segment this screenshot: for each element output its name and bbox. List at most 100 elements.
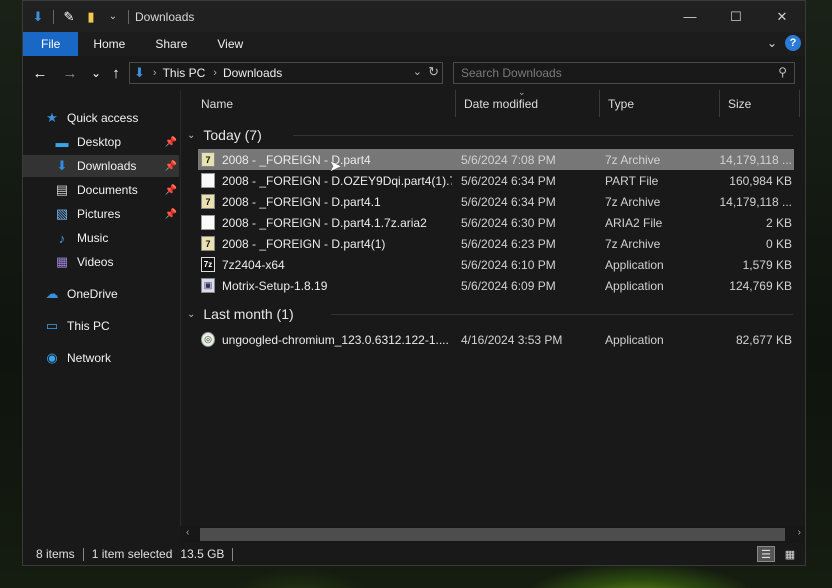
minimize-button[interactable]: — <box>667 1 713 32</box>
file-name: 2008 - _FOREIGN - D.part4.1 <box>222 194 381 209</box>
expand-ribbon-chevron-icon[interactable]: ⌄ <box>767 36 777 50</box>
column-header-name[interactable]: Name <box>193 90 456 117</box>
file-row[interactable]: 7 2008 - _FOREIGN - D.part4(1) 5/6/2024 6:… <box>198 233 794 254</box>
search-icon[interactable]: ⚲ <box>778 65 787 79</box>
pin-icon[interactable]: 📌 <box>165 209 177 220</box>
file-name: Motrix-Setup-1.8.19 <box>222 278 328 293</box>
ribbon-controls: ⌄ ? <box>767 35 801 51</box>
scroll-left-icon[interactable]: ‹ <box>186 527 189 538</box>
back-button[interactable]: ← <box>29 62 51 84</box>
sidebar-item-label: OneDrive <box>67 287 118 301</box>
window-title: Downloads <box>135 9 195 24</box>
breadcrumb-downloads[interactable]: Downloads <box>223 66 282 80</box>
properties-icon[interactable]: ✎ <box>58 1 80 32</box>
onedrive-cloud-icon: ☁ <box>45 286 59 301</box>
breadcrumb-this-pc[interactable]: This PC <box>163 66 206 80</box>
7zip-installer-icon: 7z <box>201 257 215 272</box>
new-folder-icon[interactable]: ▮ <box>80 1 102 32</box>
customize-toolbar-icon[interactable]: ⌄ <box>102 1 124 32</box>
tab-view[interactable]: View <box>202 32 258 56</box>
music-folder-icon: ♪ <box>58 230 66 246</box>
pin-icon[interactable]: 📌 <box>165 137 177 148</box>
maximize-button[interactable]: ☐ <box>713 1 759 32</box>
horizontal-scrollbar[interactable]: ‹ › <box>180 526 805 543</box>
sidebar-item-label: Videos <box>77 255 114 269</box>
refresh-icon[interactable]: ↻ <box>428 64 439 80</box>
address-dropdown-icon[interactable]: ⌄ <box>413 65 422 78</box>
file-name: 7z2404-x64 <box>222 257 285 272</box>
group-header[interactable]: ⌄ Today (7) <box>187 124 262 146</box>
file-row[interactable]: 2008 - _FOREIGN - D.OZEY9Dqi.part4(1).7.… <box>198 170 794 191</box>
sidebar-item-label: Documents <box>77 183 138 197</box>
file-date-modified: 5/6/2024 6:09 PM <box>461 278 556 293</box>
large-icons-view-icon[interactable]: ▦ <box>781 546 799 562</box>
up-button[interactable]: ↑ <box>105 62 127 84</box>
sidebar-item-quick-access[interactable]: ★ Quick access <box>23 107 179 129</box>
group-divider <box>293 135 793 136</box>
desktop-folder-icon: ▬ <box>55 134 69 150</box>
file-size: 160,984 KB <box>729 173 792 188</box>
forward-button[interactable]: → <box>59 62 81 84</box>
pin-icon[interactable]: 📌 <box>165 161 177 172</box>
sidebar-item-documents[interactable]: ▤ Documents 📌 <box>23 179 179 201</box>
sidebar-item-desktop[interactable]: ▬ Desktop 📌 <box>23 131 179 153</box>
sidebar-item-label: Quick access <box>67 111 139 125</box>
file-row[interactable]: 7z 7z2404-x64 5/6/2024 6:10 PM Application 1… <box>198 254 794 275</box>
sidebar-item-onedrive[interactable]: ☁ OneDrive <box>23 283 179 305</box>
navigation-bar: ← → ⌄ ↑ ⬇ › This PC › Downloads ⌄ ↻ Sear… <box>23 56 805 90</box>
file-name: 2008 - _FOREIGN - D.part4.1.7z.aria2 <box>222 215 427 230</box>
file-row[interactable]: 7 2008 - _FOREIGN - D.part4 5/6/2024 7:08 … <box>198 149 794 170</box>
sidebar-item-network[interactable]: ◉ Network <box>23 347 179 369</box>
details-view-icon[interactable]: ☰ <box>757 546 775 562</box>
breadcrumb-chevron-icon[interactable]: › <box>213 67 217 79</box>
file-size: 2 KB <box>765 215 792 230</box>
file-size: 0 KB <box>765 236 792 251</box>
chromium-installer-icon: ◎ <box>201 332 215 347</box>
7z-archive-icon: 7 <box>201 236 215 251</box>
sidebar-item-label: Downloads <box>77 159 137 173</box>
close-button[interactable]: ✕ <box>759 1 805 32</box>
tab-share[interactable]: Share <box>140 32 202 56</box>
collapse-chevron-icon[interactable]: ⌄ <box>187 309 195 320</box>
search-input[interactable]: Search Downloads ⚲ <box>453 62 795 84</box>
sidebar-item-downloads[interactable]: ⬇ Downloads 📌 <box>23 155 179 177</box>
file-date-modified: 5/6/2024 6:30 PM <box>461 215 556 230</box>
sidebar-item-videos[interactable]: ▦ Videos <box>23 251 179 273</box>
breadcrumb-chevron-icon[interactable]: › <box>153 67 157 79</box>
file-explorer-window: ⬇ ✎ ▮ ⌄ Downloads — ☐ ✕ File Home Share … <box>22 0 806 566</box>
item-count: 8 items <box>36 547 75 561</box>
title-bar: ⬇ ✎ ▮ ⌄ Downloads — ☐ ✕ <box>23 1 805 32</box>
file-row[interactable]: 2008 - _FOREIGN - D.part4.1.7z.aria2 5/6/… <box>198 212 794 233</box>
sidebar-item-this-pc[interactable]: ▭ This PC <box>23 315 179 337</box>
group-header[interactable]: ⌄ Last month (1) <box>187 303 294 325</box>
tab-home[interactable]: Home <box>78 32 140 56</box>
help-button[interactable]: ? <box>785 35 801 51</box>
pin-icon[interactable]: 📌 <box>165 185 177 196</box>
sidebar-item-pictures[interactable]: ▧ Pictures 📌 <box>23 203 179 225</box>
column-header-size[interactable]: Size <box>720 90 800 117</box>
file-row[interactable]: 7 2008 - _FOREIGN - D.part4.1 5/6/2024 6:3… <box>198 191 794 212</box>
file-date-modified: 5/6/2024 6:10 PM <box>461 257 556 272</box>
divider <box>82 547 84 561</box>
computer-icon: ▭ <box>45 318 59 333</box>
column-header-date[interactable]: Date modified ⌄ <box>456 87 600 117</box>
blank-file-icon <box>201 173 215 188</box>
file-date-modified: 5/6/2024 6:34 PM <box>461 194 556 209</box>
file-row[interactable]: ▣ Motrix-Setup-1.8.19 5/6/2024 6:09 PM Appl… <box>198 275 794 296</box>
column-header-type[interactable]: Type <box>600 90 720 117</box>
collapse-chevron-icon[interactable]: ⌄ <box>187 130 195 141</box>
address-bar[interactable]: ⬇ › This PC › Downloads ⌄ ↻ <box>129 62 443 84</box>
recent-locations-button[interactable]: ⌄ <box>85 62 107 84</box>
scrollbar-thumb[interactable] <box>200 528 785 541</box>
search-placeholder: Search Downloads <box>461 66 562 80</box>
file-size: 1,579 KB <box>742 257 792 272</box>
sidebar-item-label: Network <box>67 351 112 365</box>
selection-size: 13.5 GB <box>180 547 225 561</box>
sidebar-item-music[interactable]: ♪ Music <box>23 227 179 249</box>
file-row[interactable]: ◎ ungoogled-chromium_123.0.6312.122-1....… <box>198 329 794 350</box>
tab-file[interactable]: File <box>23 32 79 56</box>
scroll-right-icon[interactable]: › <box>798 527 801 538</box>
ribbon-tabs: File Home Share View ⌄ ? <box>23 32 805 56</box>
divider <box>232 547 234 561</box>
navigation-pane: ★ Quick access ▬ Desktop 📌 ⬇ Downloads 📌 ▤ Docume… <box>23 90 179 540</box>
